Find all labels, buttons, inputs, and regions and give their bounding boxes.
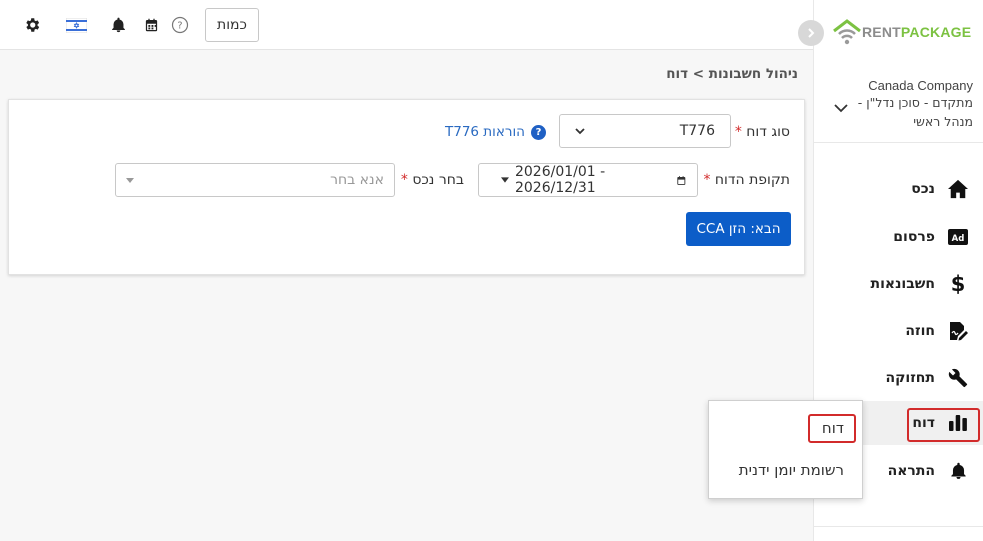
calendar-icon[interactable] — [140, 14, 162, 36]
top-bar: ? כמות — [0, 0, 813, 50]
sidebar-item-label: תחזוקה — [885, 370, 935, 386]
logo-rent-text: RENT — [862, 24, 901, 40]
divider — [814, 142, 983, 143]
gear-icon[interactable] — [21, 14, 43, 36]
logo-icon — [833, 19, 861, 45]
report-form-card: סוג דוח * T776 ? הוראות T776 תקופת הדוח … — [8, 99, 805, 275]
property-label: בחר נכס * — [400, 172, 464, 188]
ad-icon: Ad — [947, 226, 969, 248]
bell-icon[interactable] — [107, 14, 129, 36]
help-icon[interactable]: ? — [169, 14, 191, 36]
period-value: 2026/01/01 - 2026/12/31 — [514, 164, 606, 196]
israel-flag-icon[interactable] — [65, 14, 87, 36]
caret-down-icon — [126, 177, 134, 183]
bell-icon — [947, 460, 969, 482]
sidebar-item-label: פרסום — [893, 229, 935, 245]
period-range-picker[interactable]: 2026/01/01 - 2026/12/31 — [478, 163, 698, 197]
breadcrumb: ניהול חשבונות > דוח — [666, 66, 798, 82]
submenu-item-report[interactable]: דוח — [822, 419, 844, 437]
sidebar-item-property[interactable]: נכס — [813, 167, 983, 211]
instructions-link[interactable]: ? הוראות T776 — [445, 124, 546, 140]
sidebar-item-maintenance[interactable]: תחזוקה — [813, 356, 983, 400]
caret-down-icon — [501, 177, 509, 183]
report-type-select[interactable]: T776 — [559, 114, 731, 148]
chevron-right-icon — [808, 28, 815, 38]
chevron-down-icon[interactable] — [834, 98, 848, 117]
dollar-icon: $ — [950, 272, 966, 296]
collapse-sidebar-button[interactable] — [798, 20, 824, 46]
sidebar-item-label: נכס — [911, 181, 935, 197]
svg-text:Ad: Ad — [952, 234, 965, 244]
sidebar-item-label: חוזה — [905, 323, 935, 339]
report-highlight-box — [907, 408, 980, 442]
home-icon — [947, 178, 969, 200]
sidebar-item-label: חשבונאות — [870, 276, 935, 292]
sidebar-item-advertising[interactable]: Ad פרסום — [813, 215, 983, 259]
company-name: Canada Company — [868, 78, 973, 93]
report-type-value: T776 — [679, 123, 715, 139]
divider — [814, 526, 983, 527]
property-placeholder: אנא בחר — [330, 172, 384, 188]
sidebar-item-contract[interactable]: חוזה — [813, 309, 983, 353]
instructions-link-text: הוראות T776 — [445, 124, 525, 140]
logo[interactable]: RENTPACKAGE — [832, 18, 971, 46]
quantity-button[interactable]: כמות — [205, 8, 259, 42]
contract-icon — [947, 320, 969, 342]
sidebar-item-accounting[interactable]: $ חשבונאות — [813, 262, 983, 306]
calendar-icon — [677, 175, 686, 185]
property-select[interactable]: אנא בחר — [115, 163, 395, 197]
chevron-down-icon — [575, 127, 585, 134]
report-submenu: דוח רשומת יומן ידנית — [708, 400, 863, 499]
sidebar-item-label: התראה — [887, 463, 935, 479]
submenu-item-manual-journal[interactable]: רשומת יומן ידנית — [739, 461, 844, 479]
question-icon: ? — [531, 124, 546, 140]
next-enter-cca-button[interactable]: הבא: הזן CCA — [686, 212, 791, 246]
logo-package-text: PACKAGE — [900, 24, 972, 40]
svg-text:?: ? — [177, 20, 182, 31]
report-type-label: סוג דוח * — [734, 124, 790, 140]
period-label: תקופת הדוח * — [703, 172, 790, 188]
wrench-icon — [947, 367, 969, 389]
